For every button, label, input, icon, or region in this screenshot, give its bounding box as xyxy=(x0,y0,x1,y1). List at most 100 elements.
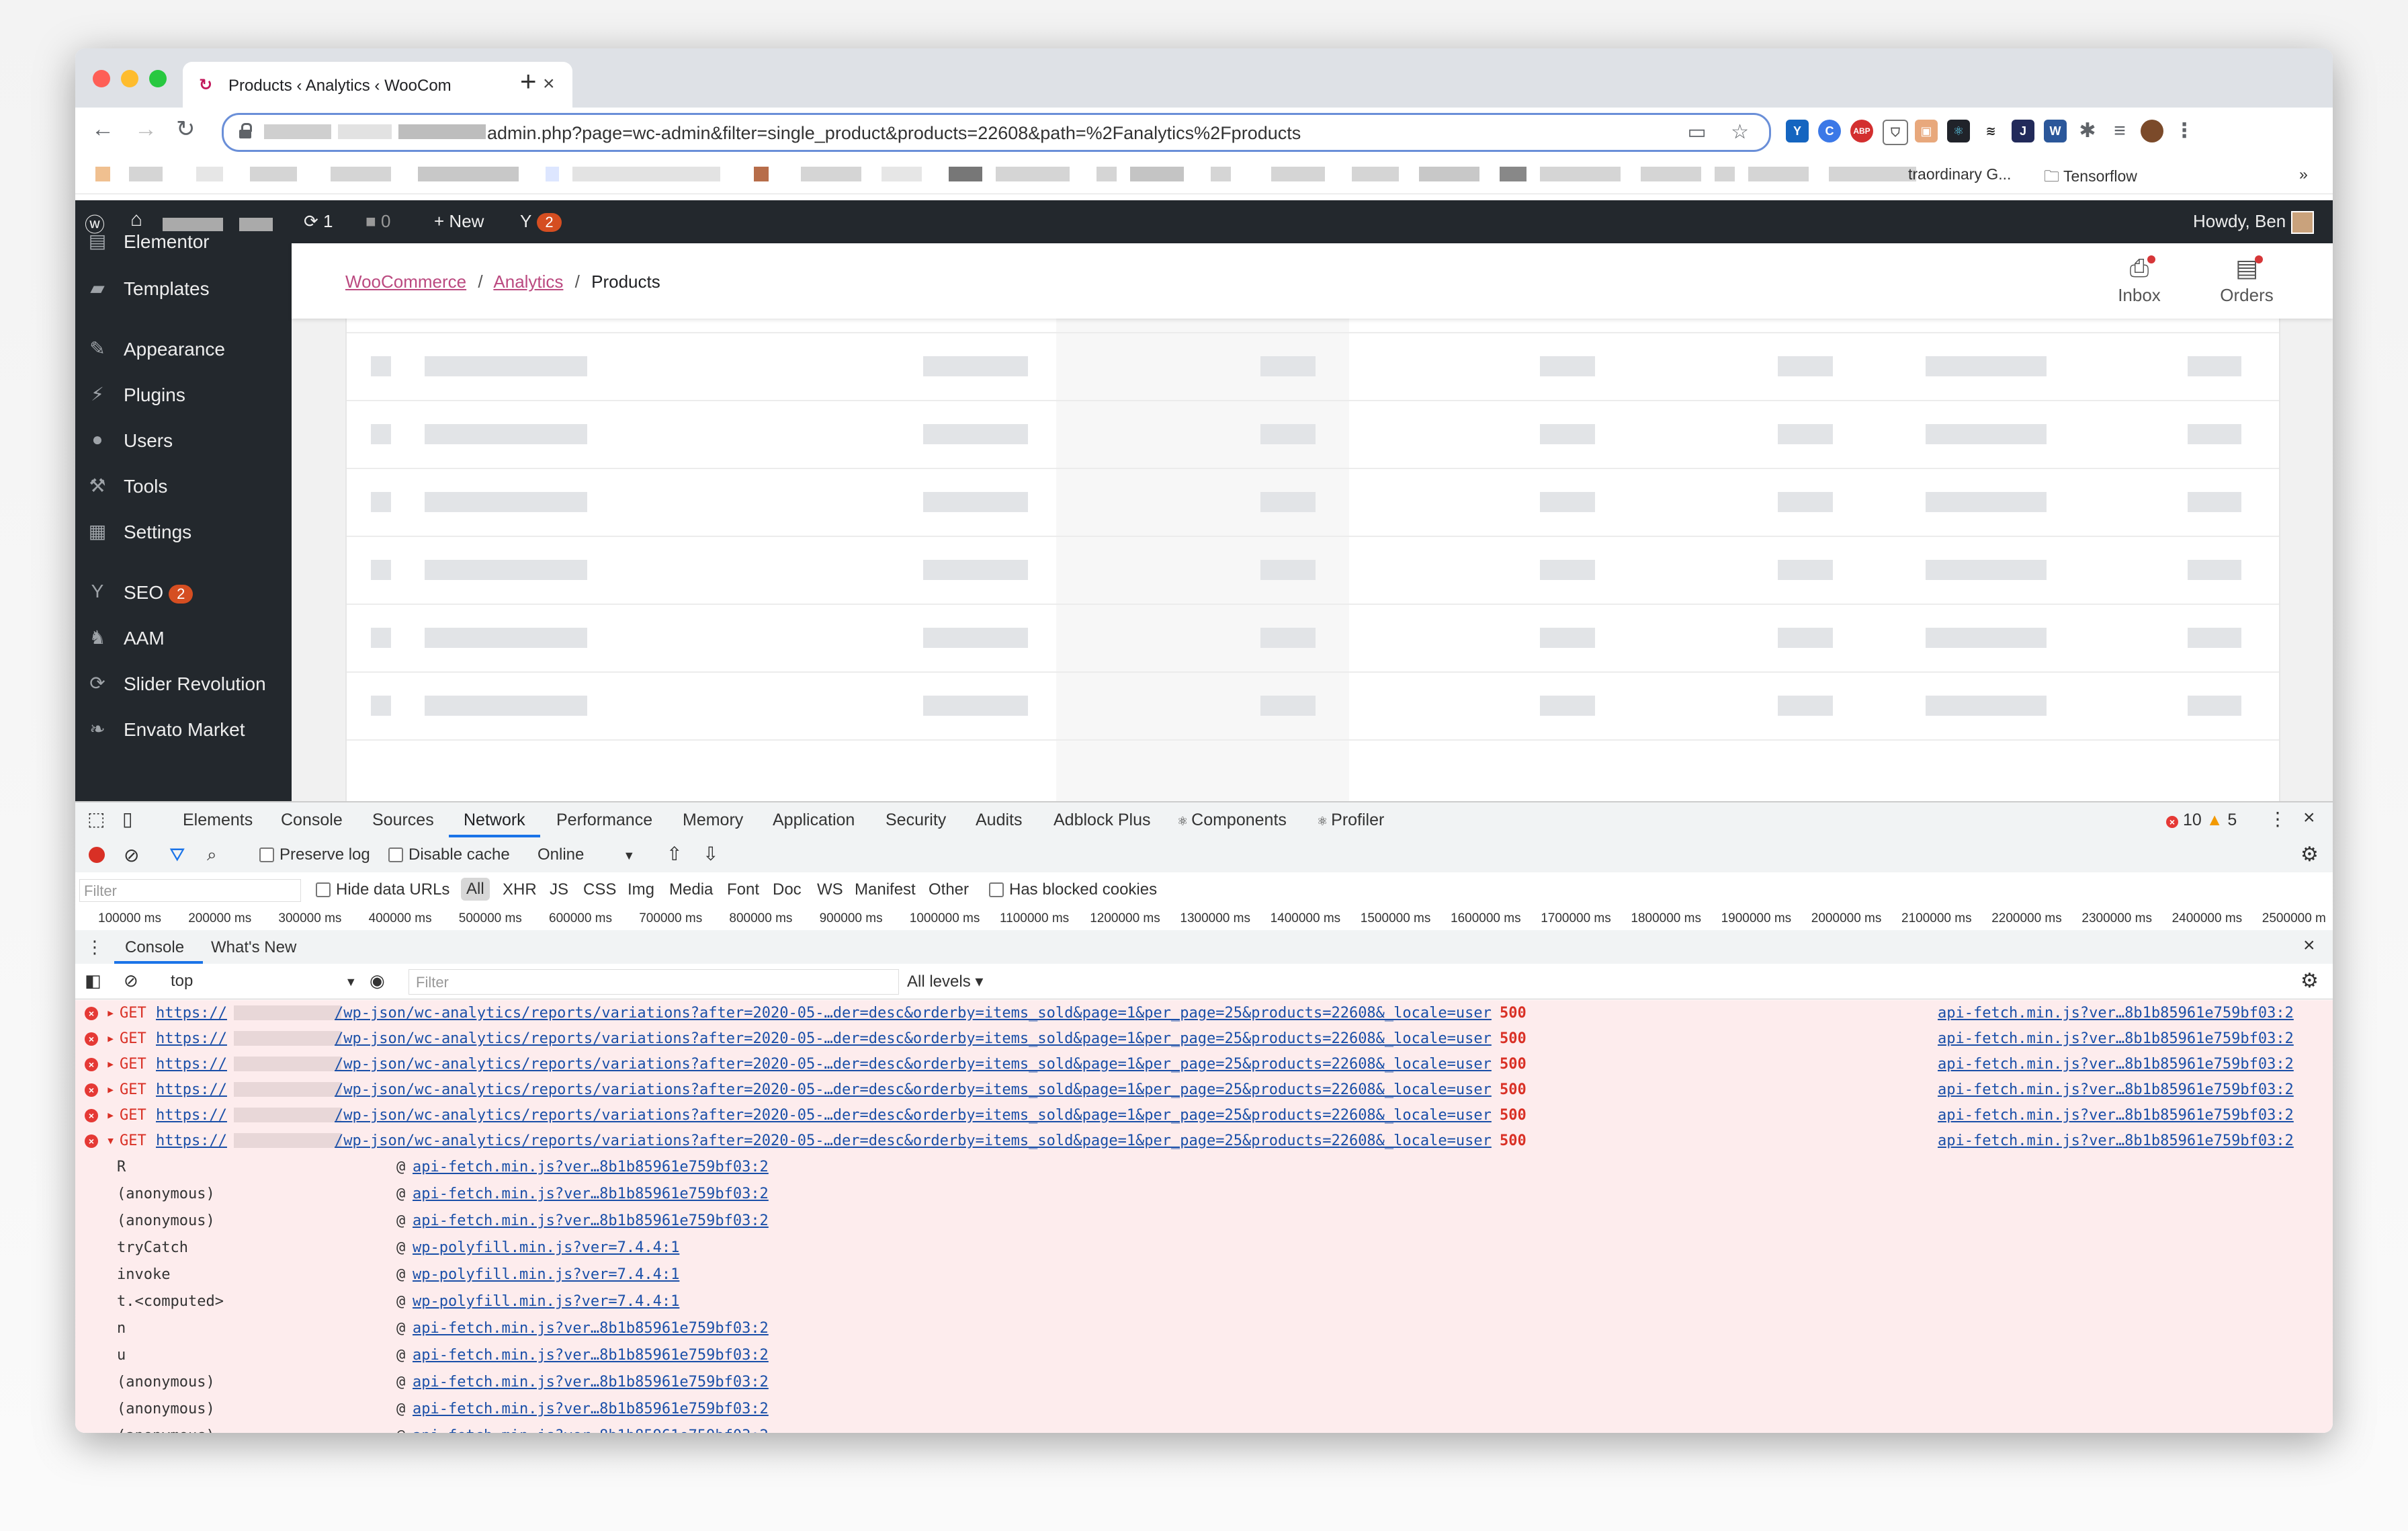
bookmark-redacted[interactable] xyxy=(129,167,163,181)
bookmark-redacted[interactable] xyxy=(1500,167,1526,181)
disable-cache-checkbox[interactable]: Disable cache xyxy=(388,845,510,864)
pocket-icon[interactable]: ⛉ xyxy=(1883,120,1908,145)
console-filter-input[interactable]: Filter xyxy=(408,969,899,995)
word-icon[interactable]: W xyxy=(2044,120,2067,142)
expand-arrow-icon[interactable]: ▾ xyxy=(106,1132,115,1149)
filter-funnel-icon[interactable]: ⛛ xyxy=(169,844,185,866)
clear-icon[interactable]: ⊘ xyxy=(124,844,139,866)
request-url-scheme[interactable]: https:// xyxy=(156,1056,227,1073)
type-filter-other[interactable]: Other xyxy=(929,880,969,899)
source-link[interactable]: api-fetch.min.js?ver…8b1b85961e759bf03:2 xyxy=(1938,1107,2294,1124)
bookmark-redacted[interactable] xyxy=(801,167,861,181)
bookmark-redacted[interactable] xyxy=(1540,167,1621,181)
bookmark-redacted[interactable] xyxy=(996,167,1070,181)
drawer-tab-whats-new[interactable]: What's New xyxy=(211,938,296,957)
sidebar-item-settings[interactable]: ▦ Settings xyxy=(75,511,292,551)
bookmark-redacted[interactable] xyxy=(196,167,223,181)
source-link[interactable]: api-fetch.min.js?ver…8b1b85961e759bf03:2 xyxy=(1938,1030,2294,1047)
type-filter-css[interactable]: CSS xyxy=(583,880,616,899)
bookmark-redacted[interactable] xyxy=(418,167,519,181)
tab-network[interactable]: Network xyxy=(464,811,525,830)
bookmark-redacted[interactable] xyxy=(572,167,720,181)
type-filter-manifest[interactable]: Manifest xyxy=(855,880,916,899)
request-url-scheme[interactable]: https:// xyxy=(156,1005,227,1022)
import-har-icon[interactable]: ⇧ xyxy=(666,843,682,865)
extension-icon[interactable]: ▣ xyxy=(1915,120,1938,142)
breadcrumb-analytics-link[interactable]: Analytics xyxy=(493,272,563,292)
yoast-seo-link[interactable]: Y2 xyxy=(520,211,562,232)
bookmarks-overflow-icon[interactable]: » xyxy=(2299,165,2308,183)
request-url-path[interactable]: /wp-json/wc-analytics/reports/variations… xyxy=(335,1056,1492,1073)
request-url-scheme[interactable]: https:// xyxy=(156,1132,227,1149)
request-url-path[interactable]: /wp-json/wc-analytics/reports/variations… xyxy=(335,1030,1492,1047)
drawer-menu-icon[interactable]: ⋮ xyxy=(86,937,103,958)
bookmark-redacted[interactable] xyxy=(546,167,559,181)
has-blocked-cookies-checkbox[interactable]: Has blocked cookies xyxy=(989,880,1157,899)
request-url-path[interactable]: /wp-json/wc-analytics/reports/variations… xyxy=(335,1081,1492,1098)
comments-link[interactable]: ■ 0 xyxy=(366,211,390,232)
sidebar-item-appearance[interactable]: ✎ Appearance xyxy=(75,328,292,368)
devtools-close-icon[interactable]: × xyxy=(2303,806,2315,829)
expand-arrow-icon[interactable]: ▸ xyxy=(106,1056,115,1073)
profile-avatar[interactable] xyxy=(2141,120,2163,142)
type-filter-doc[interactable]: Doc xyxy=(773,880,802,899)
console-error-row[interactable]: × ▸ GET https:// /wp-json/wc-analytics/repor… xyxy=(75,1077,2333,1103)
expand-arrow-icon[interactable]: ▸ xyxy=(106,1081,115,1098)
stack-source-link[interactable]: api-fetch.min.js?ver…8b1b85961e759bf03:2 xyxy=(413,1186,769,1202)
bookmark-redacted[interactable] xyxy=(1715,167,1735,181)
expand-arrow-icon[interactable]: ▸ xyxy=(106,1107,115,1124)
bookmark-redacted[interactable] xyxy=(1748,167,1809,181)
issue-counter[interactable]: × 10 ▲ 5 xyxy=(2166,811,2237,830)
zoom-window-button[interactable] xyxy=(149,70,167,87)
inbox-button[interactable]: ⎙ Inbox xyxy=(2099,254,2180,306)
request-url-path[interactable]: /wp-json/wc-analytics/reports/variations… xyxy=(335,1005,1492,1022)
sidebar-item-users[interactable]: ● Users xyxy=(75,419,292,460)
extensions-puzzle-icon[interactable]: ✱ xyxy=(2076,120,2099,142)
record-icon[interactable] xyxy=(89,847,105,863)
clear-console-icon[interactable]: ⊘ xyxy=(124,970,138,991)
stack-source-link[interactable]: wp-polyfill.min.js?ver=7.4.4:1 xyxy=(413,1266,679,1283)
bookmark-item[interactable]: traordinary G... xyxy=(1908,165,2011,183)
bookmark-redacted[interactable] xyxy=(1829,167,1916,181)
type-filter-media[interactable]: Media xyxy=(669,880,713,899)
bookmark-redacted[interactable] xyxy=(949,167,982,181)
console-error-row[interactable]: × ▸ GET https:// /wp-json/wc-analytics/repor… xyxy=(75,1102,2333,1128)
bookmark-redacted[interactable] xyxy=(1419,167,1479,181)
stack-source-link[interactable]: api-fetch.min.js?ver…8b1b85961e759bf03:2 xyxy=(413,1159,769,1175)
console-sidebar-icon[interactable]: ◧ xyxy=(85,970,101,991)
log-levels-select[interactable]: All levels ▾ xyxy=(907,972,983,991)
minimize-window-button[interactable] xyxy=(121,70,138,87)
stack-source-link[interactable]: wp-polyfill.min.js?ver=7.4.4:1 xyxy=(413,1293,679,1310)
sidebar-item-templates[interactable]: ▰ Templates xyxy=(75,267,292,308)
request-url-scheme[interactable]: https:// xyxy=(156,1107,227,1124)
bookmark-redacted[interactable] xyxy=(882,167,922,181)
type-filter-font[interactable]: Font xyxy=(727,880,759,899)
bookmark-redacted[interactable] xyxy=(1271,167,1325,181)
tab-audits[interactable]: Audits xyxy=(976,811,1022,830)
type-filter-img[interactable]: Img xyxy=(628,880,654,899)
live-expression-eye-icon[interactable]: ◉ xyxy=(370,970,385,991)
stack-source-link[interactable]: wp-polyfill.min.js?ver=7.4.4:1 xyxy=(413,1239,679,1256)
sidebar-item-slider-revolution[interactable]: ⟳ Slider Revolution xyxy=(75,663,292,703)
sidebar-item-tools[interactable]: ⚒ Tools xyxy=(75,465,292,505)
tab-performance[interactable]: Performance xyxy=(556,811,652,830)
close-window-button[interactable] xyxy=(93,70,110,87)
tab-profiler[interactable]: ⚛ Profiler xyxy=(1317,811,1384,830)
adblock-icon[interactable]: ABP xyxy=(1850,120,1873,142)
howdy-user[interactable]: Howdy, Ben xyxy=(2193,211,2314,235)
bookmark-favicon[interactable] xyxy=(95,167,110,181)
console-error-row[interactable]: × ▸ GET https:// /wp-json/wc-analytics/repor… xyxy=(75,1051,2333,1077)
type-filter-all[interactable]: All xyxy=(461,878,490,901)
extension-icon[interactable]: Y xyxy=(1786,120,1809,142)
reload-icon[interactable]: ↻ xyxy=(176,116,196,142)
bookmark-redacted[interactable] xyxy=(250,167,297,181)
stack-source-link[interactable]: api-fetch.min.js?ver…8b1b85961e759bf03:2 xyxy=(413,1320,769,1337)
media-queue-icon[interactable]: ≡ xyxy=(2108,120,2131,142)
stock-button[interactable]: ▦ Stock xyxy=(2314,254,2333,306)
tab-sources[interactable]: Sources xyxy=(372,811,434,830)
new-tab-icon[interactable]: + xyxy=(520,67,537,95)
tab-components[interactable]: ⚛ Components xyxy=(1177,811,1287,830)
hide-data-urls-checkbox[interactable]: Hide data URLs xyxy=(316,880,449,899)
tab-adblock-plus[interactable]: Adblock Plus xyxy=(1054,811,1151,830)
updates-link[interactable]: ⟳ 1 xyxy=(304,211,333,232)
